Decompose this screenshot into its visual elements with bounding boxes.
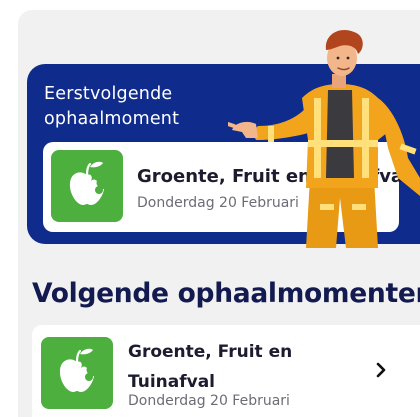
next-pickup-heading: Eerstvolgende ophaalmoment [44,84,180,129]
apple-icon [41,337,113,409]
apple-icon [51,150,123,222]
chevron-right-icon[interactable] [373,361,389,379]
upcoming-pickups-heading: Volgende ophaalmomenten [32,278,420,309]
app-screen: Eerstvolgende ophaalmoment Groente, Frui… [0,0,420,417]
pickup-waste-type: Groente, Fruit en Tuinafval [128,342,293,392]
pickup-list-item[interactable]: Groente, Fruit en Tuinafval Donderdag 20… [32,325,420,417]
pickup-date: Donderdag 20 Februari [128,393,290,409]
waste-worker-illustration [226,28,420,248]
